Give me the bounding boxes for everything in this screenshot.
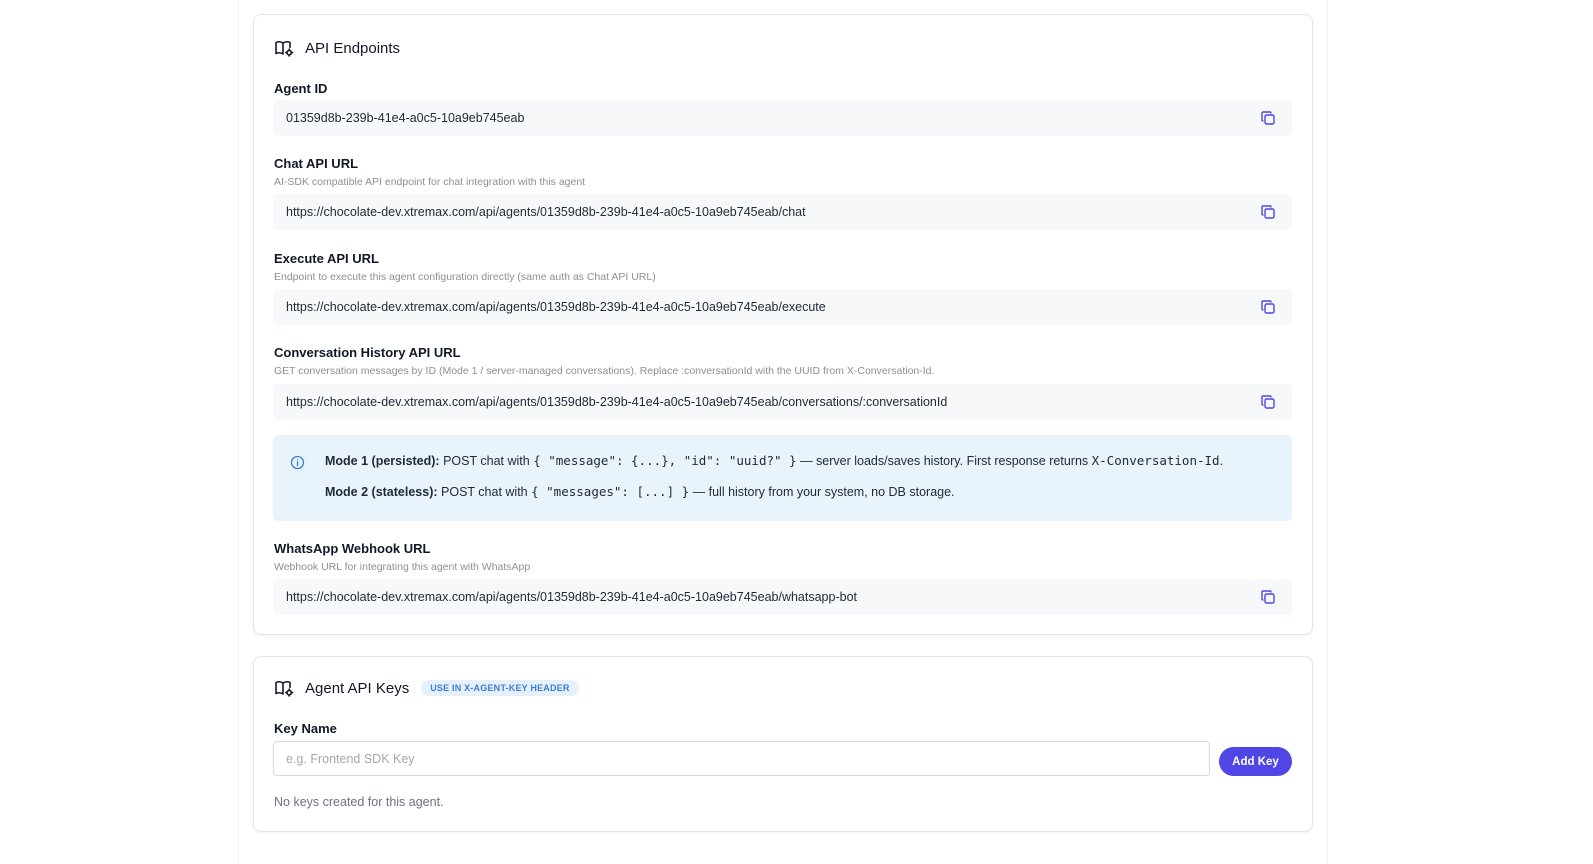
info-circle-icon bbox=[290, 455, 305, 470]
x-agent-key-header-badge: USE IN X-AGENT-KEY HEADER bbox=[421, 680, 579, 696]
key-name-label: Key Name bbox=[274, 721, 337, 736]
mode1-end: . bbox=[1219, 454, 1224, 468]
whatsapp-webhook-url-value[interactable]: https://chocolate-dev.xtremax.com/api/ag… bbox=[286, 590, 857, 604]
agent-api-keys-header: Agent API Keys USE IN X-AGENT-KEY HEADER bbox=[274, 678, 579, 698]
execute-api-url-value[interactable]: https://chocolate-dev.xtremax.com/api/ag… bbox=[286, 300, 826, 314]
copy-execute-api-url-button[interactable] bbox=[1260, 299, 1276, 315]
book-gear-icon bbox=[274, 678, 294, 698]
modes-info-box: Mode 1 (persisted): POST chat with { "me… bbox=[273, 435, 1292, 521]
copy-icon bbox=[1261, 590, 1275, 604]
agent-id-value[interactable]: 01359d8b-239b-41e4-a0c5-10a9eb745eab bbox=[286, 111, 524, 125]
copy-history-api-url-button[interactable] bbox=[1260, 394, 1276, 410]
chat-api-url-box: https://chocolate-dev.xtremax.com/api/ag… bbox=[273, 194, 1292, 230]
mode2-prefix: POST chat with bbox=[441, 485, 528, 499]
book-gear-icon bbox=[274, 38, 294, 58]
key-name-input[interactable] bbox=[273, 741, 1210, 776]
whatsapp-webhook-url-description: Webhook URL for integrating this agent w… bbox=[274, 561, 531, 573]
mode2-title: Mode 2 (stateless): bbox=[325, 485, 438, 499]
copy-icon bbox=[1261, 205, 1275, 219]
api-endpoints-card: API Endpoints Agent ID 01359d8b-239b-41e… bbox=[253, 14, 1313, 635]
mode1-prefix: POST chat with bbox=[443, 454, 530, 468]
agent-api-keys-title: Agent API Keys bbox=[305, 679, 410, 697]
execute-api-url-description: Endpoint to execute this agent configura… bbox=[274, 271, 656, 283]
mode2-description: Mode 2 (stateless): POST chat with { "me… bbox=[325, 484, 955, 499]
mode1-title: Mode 1 (persisted): bbox=[325, 454, 440, 468]
copy-chat-api-url-button[interactable] bbox=[1260, 204, 1276, 220]
agent-id-label: Agent ID bbox=[274, 81, 328, 96]
copy-whatsapp-webhook-url-button[interactable] bbox=[1260, 589, 1276, 605]
mode1-header-code: X-Conversation-Id bbox=[1091, 453, 1220, 468]
agent-api-keys-card: Agent API Keys USE IN X-AGENT-KEY HEADER… bbox=[253, 656, 1313, 832]
execute-api-url-label: Execute API URL bbox=[274, 251, 379, 266]
mode1-suffix: — server loads/saves history. First resp… bbox=[800, 454, 1089, 468]
add-key-button[interactable]: Add Key bbox=[1219, 747, 1292, 776]
mode2-suffix: — full history from your system, no DB s… bbox=[692, 485, 955, 499]
api-endpoints-title: API Endpoints bbox=[305, 39, 401, 57]
chat-api-url-description: AI-SDK compatible API endpoint for chat … bbox=[274, 176, 586, 188]
history-api-url-description: GET conversation messages by ID (Mode 1 … bbox=[274, 365, 935, 377]
api-endpoints-header: API Endpoints bbox=[274, 38, 400, 58]
history-api-url-value[interactable]: https://chocolate-dev.xtremax.com/api/ag… bbox=[286, 395, 947, 409]
copy-agent-id-button[interactable] bbox=[1260, 110, 1276, 126]
chat-api-url-value[interactable]: https://chocolate-dev.xtremax.com/api/ag… bbox=[286, 205, 806, 219]
history-api-url-box: https://chocolate-dev.xtremax.com/api/ag… bbox=[273, 384, 1292, 420]
mode1-code: { "message": {...}, "id": "uuid?" } bbox=[533, 453, 797, 468]
copy-icon bbox=[1261, 111, 1275, 125]
copy-icon bbox=[1261, 300, 1275, 314]
history-api-url-label: Conversation History API URL bbox=[274, 345, 461, 360]
copy-icon bbox=[1261, 395, 1275, 409]
no-keys-message: No keys created for this agent. bbox=[274, 795, 444, 809]
agent-id-box: 01359d8b-239b-41e4-a0c5-10a9eb745eab bbox=[273, 100, 1292, 136]
whatsapp-webhook-url-box: https://chocolate-dev.xtremax.com/api/ag… bbox=[273, 579, 1292, 615]
execute-api-url-box: https://chocolate-dev.xtremax.com/api/ag… bbox=[273, 289, 1292, 325]
whatsapp-webhook-url-label: WhatsApp Webhook URL bbox=[274, 541, 431, 556]
mode2-code: { "messages": [...] } bbox=[531, 484, 690, 499]
mode1-description: Mode 1 (persisted): POST chat with { "me… bbox=[325, 453, 1223, 468]
chat-api-url-label: Chat API URL bbox=[274, 156, 359, 171]
